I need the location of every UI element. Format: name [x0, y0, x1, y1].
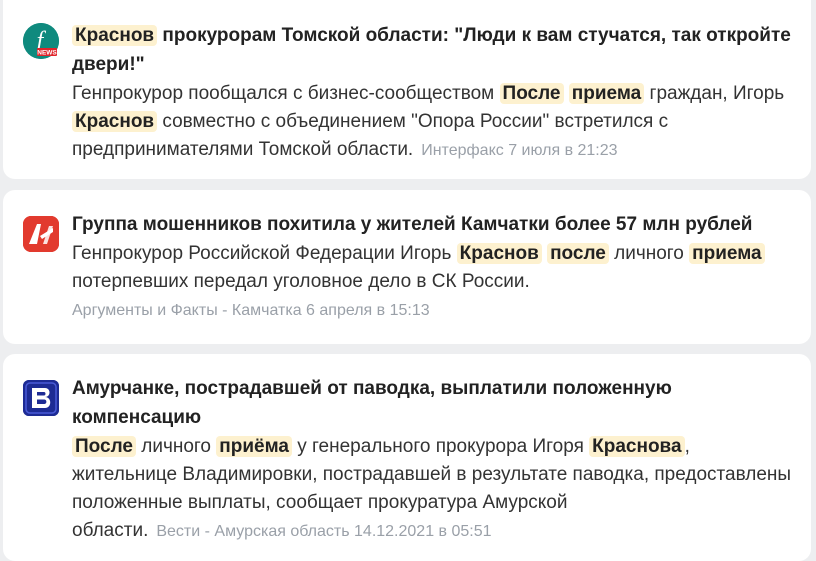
source-and-date[interactable]: Вести - Амурская область 14.12.2021 в 05…: [156, 523, 491, 540]
highlighted-keyword: После: [499, 83, 564, 104]
snippet-text: личного: [135, 436, 217, 457]
source-and-date[interactable]: Интерфакс 7 июля в 21:23: [421, 142, 617, 159]
news-snippet: Генпрокурор Российской Федерации Игорь К…: [72, 240, 795, 322]
news-title[interactable]: Краснов прокурорам Томской области: "Люд…: [72, 21, 795, 79]
snippet-text: [564, 83, 569, 104]
interfax-logo-icon[interactable]: f NEWS: [23, 23, 59, 59]
aif-logo-icon[interactable]: [23, 216, 59, 252]
highlighted-keyword: приема: [568, 83, 645, 104]
title-text: прокурорам Томской области: "Люди к вам …: [72, 25, 791, 75]
snippet-text: потерпевших передал уголовное дело в СК …: [72, 271, 530, 292]
highlighted-keyword: Краснов: [72, 25, 158, 46]
highlighted-keyword: после: [547, 243, 609, 264]
news-card[interactable]: Группа мошенников похитила у жителей Кам…: [3, 190, 811, 344]
logo-badge-text: NEWS: [37, 50, 57, 57]
vesti-logo-icon[interactable]: [23, 380, 59, 416]
snippet-text: личного: [608, 243, 690, 264]
highlighted-keyword: Краснов: [72, 111, 158, 132]
snippet-text: у генерального прокурора Игоря: [291, 436, 590, 457]
highlighted-keyword: приема: [689, 243, 765, 264]
news-feed: f NEWS Краснов прокурорам Томской област…: [0, 0, 816, 561]
title-text: Группа мошенников похитила у жителей Кам…: [72, 214, 753, 235]
news-snippet: После личного приёма у генерального прок…: [72, 433, 795, 546]
snippet-text: граждан, Игорь: [644, 83, 785, 104]
snippet-text: Генпрокурор Российской Федерации Игорь: [72, 243, 457, 264]
source-and-date[interactable]: Аргументы и Факты - Камчатка 6 апреля в …: [72, 300, 795, 322]
highlighted-keyword: После: [72, 436, 136, 457]
highlighted-keyword: приёма: [216, 436, 292, 457]
news-title[interactable]: Амурчанке, пострадавшей от паводка, выпл…: [72, 374, 795, 432]
news-snippet: Генпрокурор пообщался с бизнес-сообществ…: [72, 80, 795, 165]
title-text: Амурчанке, пострадавшей от паводка, выпл…: [72, 378, 672, 428]
news-card[interactable]: f NEWS Краснов прокурорам Томской област…: [3, 0, 811, 179]
news-title[interactable]: Группа мошенников похитила у жителей Кам…: [72, 210, 795, 239]
snippet-text: Генпрокурор пообщался с бизнес-сообществ…: [72, 83, 500, 104]
highlighted-keyword: Краснов: [456, 243, 542, 264]
highlighted-keyword: Краснова: [589, 436, 685, 457]
news-card[interactable]: Амурчанке, пострадавшей от паводка, выпл…: [3, 354, 811, 561]
